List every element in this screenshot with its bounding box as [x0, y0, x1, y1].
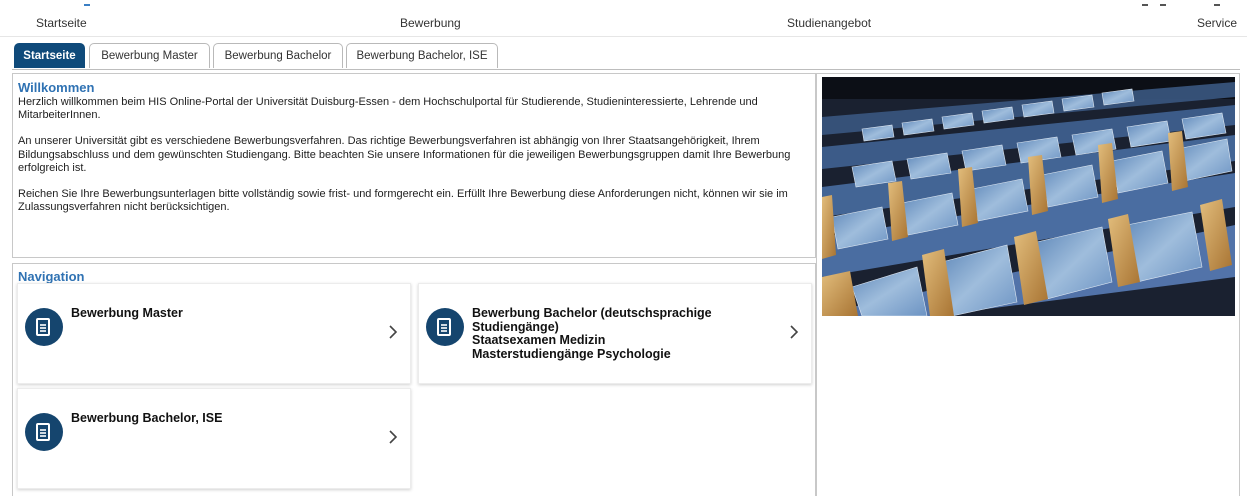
- top-accent-mark: [1160, 4, 1166, 6]
- chevron-right-icon: [388, 429, 398, 450]
- tab-startseite[interactable]: Startseite: [14, 43, 85, 68]
- topnav-service[interactable]: Service: [1197, 16, 1237, 30]
- welcome-paragraph: An unserer Universität gibt es verschied…: [18, 135, 791, 174]
- welcome-panel: Willkommen Herzlich willkommen beim HIS …: [12, 73, 816, 258]
- nav-card-bewerbung-bachelor-ise[interactable]: Bewerbung Bachelor, ISE: [17, 388, 411, 489]
- nav-card-line: Staatsexamen Medizin: [472, 333, 606, 347]
- nav-card-bewerbung-master[interactable]: Bewerbung Master: [17, 283, 411, 384]
- navigation-title: Navigation: [18, 269, 85, 284]
- document-icon: [25, 413, 63, 451]
- top-accent-mark: [84, 4, 90, 6]
- top-accent-mark: [1142, 4, 1148, 6]
- nav-card-bewerbung-bachelor[interactable]: Bewerbung Bachelor (deutschsprachige Stu…: [418, 283, 812, 384]
- lecture-hall-image: [822, 77, 1235, 316]
- top-navigation: Startseite Bewerbung Studienangebot Serv…: [0, 0, 1247, 37]
- welcome-paragraph: Reichen Sie Ihre Bewerbungsunterlagen bi…: [18, 188, 788, 214]
- topnav-bewerbung[interactable]: Bewerbung: [400, 16, 461, 30]
- document-icon: [25, 308, 63, 346]
- nav-card-line: Masterstudiengänge Psychologie: [472, 346, 671, 361]
- welcome-text: Herzlich willkommen beim HIS Online-Port…: [18, 96, 808, 227]
- tab-bewerbung-bachelor[interactable]: Bewerbung Bachelor: [213, 43, 343, 68]
- welcome-paragraph: Herzlich willkommen beim HIS Online-Port…: [18, 96, 758, 122]
- navigation-panel: Navigation Bewerbung Master Bewerbung Ba…: [12, 263, 816, 496]
- nav-card-line: Bewerbung Master: [71, 306, 183, 320]
- nav-card-label: Bewerbung Bachelor (deutschsprachige Stu…: [472, 306, 712, 361]
- tab-bewerbung-bachelor-ise[interactable]: Bewerbung Bachelor, ISE: [346, 43, 498, 68]
- nav-card-line: Bewerbung Bachelor, ISE: [71, 411, 223, 425]
- chevron-right-icon: [388, 324, 398, 345]
- welcome-title: Willkommen: [18, 80, 95, 95]
- topnav-startseite[interactable]: Startseite: [36, 16, 87, 30]
- tab-underline: [12, 69, 1240, 70]
- chevron-right-icon: [789, 324, 799, 345]
- document-icon: [426, 308, 464, 346]
- nav-card-label: Bewerbung Bachelor, ISE: [71, 411, 223, 426]
- nav-card-label: Bewerbung Master: [71, 306, 183, 321]
- nav-card-line: Studiengänge): [472, 319, 559, 334]
- topnav-studienangebot[interactable]: Studienangebot: [787, 16, 871, 30]
- tab-bewerbung-master[interactable]: Bewerbung Master: [89, 43, 210, 68]
- top-accent-mark: [1214, 4, 1220, 6]
- nav-card-line: Bewerbung Bachelor (deutschsprachige: [472, 306, 712, 320]
